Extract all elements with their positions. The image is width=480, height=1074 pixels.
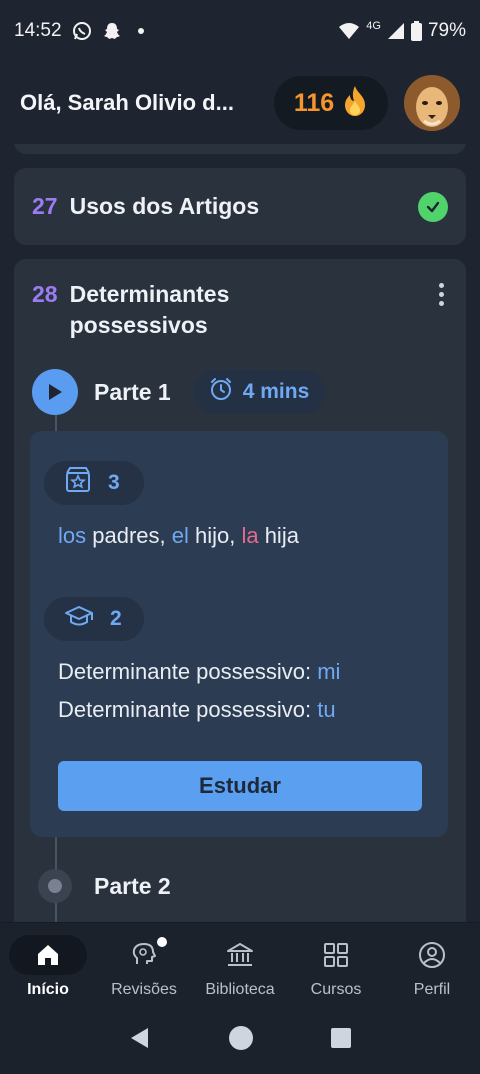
study-button[interactable]: Estudar xyxy=(58,761,422,811)
library-icon xyxy=(201,935,279,975)
part-label: Parte 2 xyxy=(94,872,171,899)
bottom-navigation: Início Revisões Biblioteca Cursos Perfil xyxy=(0,922,480,1006)
whatsapp-icon xyxy=(72,21,92,41)
notification-dot xyxy=(157,937,167,947)
nav-label: Cursos xyxy=(310,981,362,998)
grid-icon xyxy=(297,935,375,975)
play-icon[interactable] xyxy=(32,369,78,415)
avatar[interactable] xyxy=(404,75,460,131)
vocab-sentence: los padres, el hijo, la hija xyxy=(58,523,299,549)
previous-lesson-card xyxy=(14,144,466,154)
grammar-count: 2 xyxy=(110,607,122,630)
brain-icon xyxy=(105,935,183,975)
nav-item-perfil[interactable]: Perfil xyxy=(384,923,480,1006)
vocab-count-badge: 3 xyxy=(44,461,144,505)
grammar-line: Determinante possessivo: tu xyxy=(58,697,336,723)
sentence-text: hijo, xyxy=(188,523,242,548)
check-icon xyxy=(418,191,448,222)
article-word: la xyxy=(241,523,259,548)
nav-label: Revisões xyxy=(111,981,177,998)
lesson-list[interactable]: 27 Usos dos Artigos 28 Determinantes pos… xyxy=(0,144,480,922)
sentence-text: hija xyxy=(258,523,299,548)
grammar-prefix: Determinante possessivo: xyxy=(58,697,318,722)
lesson-title: Determinantes possessivos xyxy=(69,281,230,338)
sentence-text: padres, xyxy=(86,523,172,548)
signal-icon xyxy=(387,22,405,40)
part-status-icon xyxy=(38,869,72,903)
grammar-line: Determinante possessivo: mi xyxy=(58,659,340,685)
vocab-count: 3 xyxy=(108,471,120,494)
article-word: el xyxy=(171,523,189,548)
nav-label: Início xyxy=(27,981,69,998)
grammar-prefix: Determinante possessivo: xyxy=(58,659,318,684)
status-bar: 14:52 4G 79% xyxy=(0,0,480,62)
lesson-number: 27 xyxy=(32,193,58,219)
home-icon xyxy=(9,935,87,975)
part-1-panel: 3 los padres, el hijo, la hija 2 Determi… xyxy=(30,431,448,837)
nav-item-inicio[interactable]: Início xyxy=(0,923,96,1006)
lesson-title: Usos dos Artigos xyxy=(69,193,260,219)
graduation-cap-icon xyxy=(64,604,94,634)
part-label: Parte 1 xyxy=(94,378,171,405)
profile-icon xyxy=(393,935,471,975)
streak-count: 116 xyxy=(293,88,335,117)
system-navigation xyxy=(0,1006,480,1074)
duration-badge: 4 mins xyxy=(192,370,326,414)
lesson-number: 28 xyxy=(32,281,58,307)
recents-icon[interactable] xyxy=(330,1027,352,1054)
vocab-box-icon xyxy=(64,466,92,500)
battery-icon xyxy=(410,21,422,41)
alarm-clock-icon xyxy=(209,377,233,407)
greeting-text: Olá, Sarah Olivio d... xyxy=(20,90,234,115)
nav-item-biblioteca[interactable]: Biblioteca xyxy=(192,923,288,1006)
home-circle-icon[interactable] xyxy=(228,1025,254,1056)
lesson-header: 28 Determinantes possessivos xyxy=(32,279,330,341)
notification-dot xyxy=(137,28,144,34)
article-word: los xyxy=(58,523,87,548)
streak-button[interactable]: 116 xyxy=(274,76,388,130)
snapchat-icon xyxy=(102,21,122,41)
battery-percent: 79% xyxy=(427,20,466,41)
part-row-1[interactable]: Parte 1 4 mins xyxy=(32,369,326,415)
status-time: 14:52 xyxy=(14,20,62,41)
grammar-count-badge: 2 xyxy=(44,597,144,641)
part-row-2[interactable]: Parte 2 xyxy=(32,869,171,903)
nav-item-revisoes[interactable]: Revisões xyxy=(96,923,192,1006)
grammar-word: mi xyxy=(317,659,341,684)
lesson-card-28[interactable]: 28 Determinantes possessivos Parte 1 4 m… xyxy=(14,259,466,922)
network-type: 4G xyxy=(366,20,381,32)
back-icon[interactable] xyxy=(128,1026,152,1055)
more-options-icon[interactable] xyxy=(439,283,444,306)
wifi-icon xyxy=(338,22,360,40)
nav-item-cursos[interactable]: Cursos xyxy=(288,923,384,1006)
nav-label: Biblioteca xyxy=(205,981,275,998)
lesson-card-27[interactable]: 27 Usos dos Artigos xyxy=(14,168,466,245)
grammar-word: tu xyxy=(317,697,336,722)
app-header: Olá, Sarah Olivio d... 116 xyxy=(0,62,480,144)
duration-text: 4 mins xyxy=(242,380,310,403)
fire-icon xyxy=(342,85,368,122)
nav-label: Perfil xyxy=(413,981,451,998)
